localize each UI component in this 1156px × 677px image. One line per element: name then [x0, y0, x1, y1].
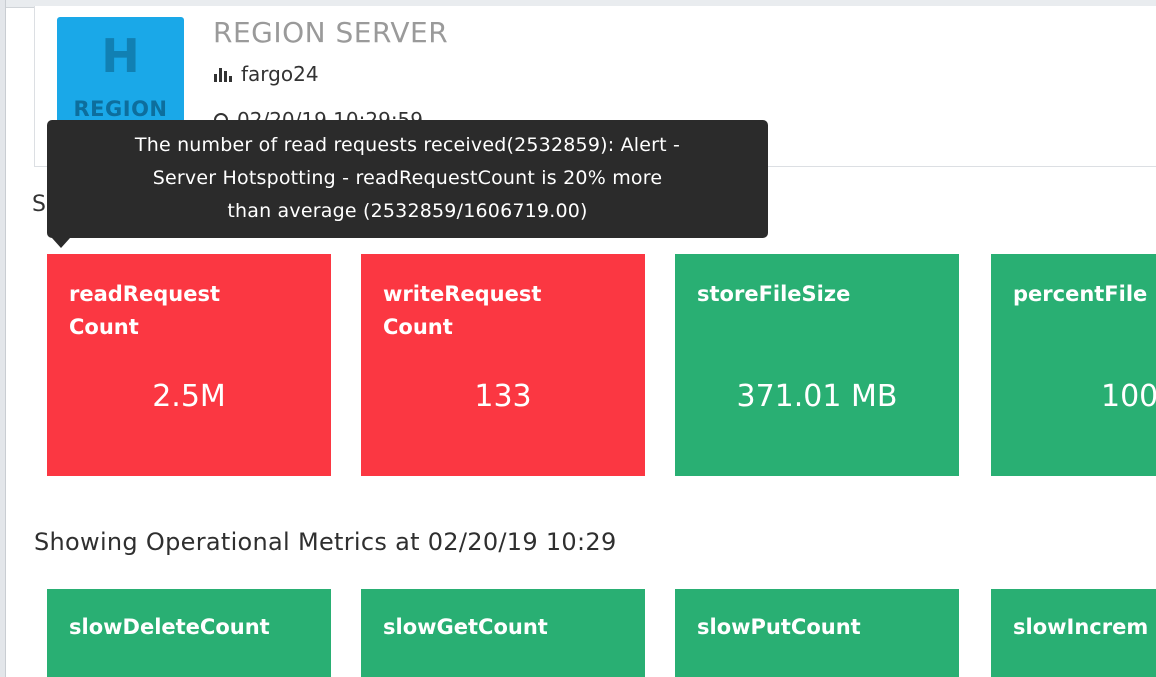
operational-metrics-heading: Showing Operational Metrics at 02/20/19 … [34, 528, 617, 556]
metric-value: 100 [1101, 379, 1156, 414]
section-heading-obscured: S [32, 192, 46, 217]
op-tile-slowincrement[interactable]: slowIncrem [991, 589, 1156, 677]
left-scroll-rail [0, 0, 6, 677]
metric-value: 133 [474, 379, 532, 414]
metric-alert-tooltip: The number of read requests received(253… [47, 120, 768, 238]
metric-label: writeRequest Count [383, 282, 542, 339]
op-metric-label: slowGetCount [383, 615, 548, 639]
host-row[interactable]: fargo24 [214, 62, 319, 86]
tooltip-arrow [52, 238, 70, 248]
service-title: REGION SERVER [213, 16, 449, 49]
metric-label: readRequest Count [69, 282, 220, 339]
tooltip-line: than average (2532859/1606719.00) [227, 200, 588, 222]
icon-letter: H [101, 29, 140, 83]
op-tile-slowgetcount[interactable]: slowGetCount [361, 589, 645, 677]
metric-tile-writerequestcount[interactable]: writeRequest Count 133 [361, 254, 645, 476]
host-name[interactable]: fargo24 [241, 62, 319, 86]
metric-label: storeFileSize [697, 282, 851, 306]
metric-tile-readrequestcount[interactable]: readRequest Count 2.5M [47, 254, 331, 476]
op-tile-slowputcount[interactable]: slowPutCount [675, 589, 959, 677]
metric-label: percentFile [1013, 282, 1148, 306]
op-metric-label: slowIncrem [1013, 615, 1149, 639]
op-tile-slowdeletecount[interactable]: slowDeleteCount [47, 589, 331, 677]
hbase-region-icon: H REGION [57, 17, 184, 132]
op-metric-label: slowDeleteCount [69, 615, 270, 639]
metric-tile-percentfile[interactable]: percentFile 100 [991, 254, 1156, 476]
metric-tile-storefilesize[interactable]: storeFileSize 371.01 MB [675, 254, 959, 476]
bar-chart-icon [214, 66, 232, 82]
metric-value: 2.5M [152, 379, 226, 414]
tooltip-line: The number of read requests received(253… [134, 134, 681, 156]
metric-value: 371.01 MB [736, 379, 898, 414]
op-metric-label: slowPutCount [697, 615, 861, 639]
tooltip-line: Server Hotspotting - readRequestCount is… [152, 167, 663, 189]
page: H REGION REGION SERVER fargo24 02/20/19 … [0, 0, 1156, 677]
icon-label: REGION [73, 97, 168, 121]
